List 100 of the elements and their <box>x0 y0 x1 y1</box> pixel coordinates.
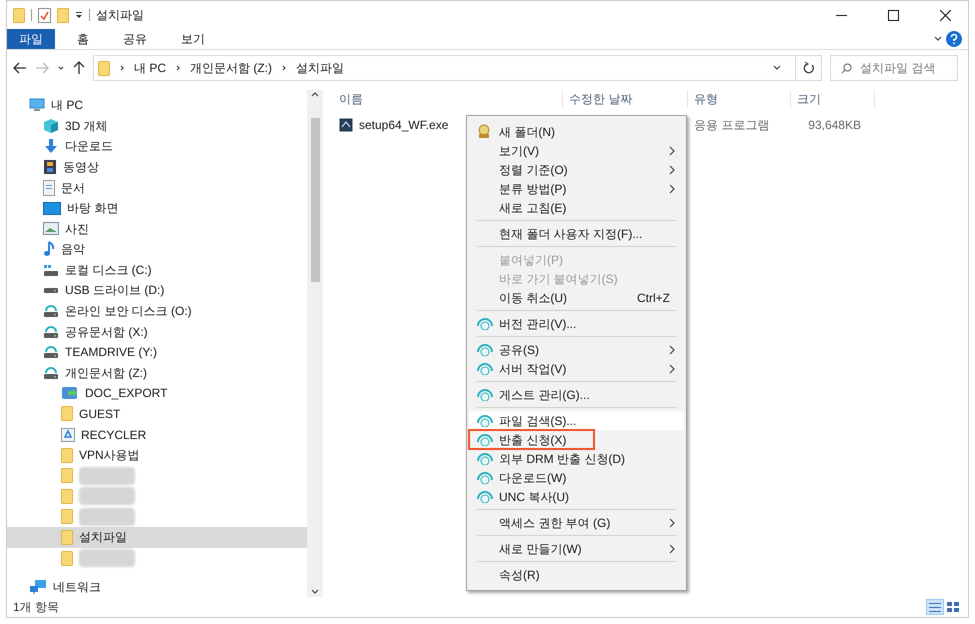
bulb-folder-icon <box>477 124 491 139</box>
ribbon-tab[interactable]: 보기 <box>169 29 217 49</box>
column-header[interactable]: 수정한 날짜 <box>563 90 688 108</box>
menu-item[interactable]: 파일 검색(S)... <box>469 411 684 430</box>
menu-item[interactable]: 반출 신청(X) <box>469 430 594 449</box>
drive-icon <box>43 286 59 294</box>
sidebar-item[interactable]: USB 드라이브 (D:) <box>7 280 307 301</box>
menu-item[interactable]: 새 폴더(N) <box>469 122 684 141</box>
menu-item[interactable]: 게스트 관리(G)... <box>469 385 684 404</box>
blurred-label <box>79 508 135 526</box>
menu-item[interactable]: 보기(V) <box>469 141 684 160</box>
menu-item[interactable]: 새로 고침(E) <box>469 198 684 217</box>
folder-icon <box>61 488 73 504</box>
menu-item[interactable]: 서버 작업(V) <box>469 359 684 378</box>
sidebar-item[interactable]: 다운로드 <box>7 136 307 157</box>
close-icon[interactable] <box>940 10 950 20</box>
back-arrow-icon[interactable] <box>13 62 27 74</box>
drive-icon <box>43 262 59 277</box>
breadcrumb-link[interactable]: 설치파일 <box>296 59 344 77</box>
up-arrow-icon[interactable] <box>73 61 85 75</box>
sidebar-item[interactable]: DOC_EXPORT <box>7 383 307 404</box>
minimize-icon[interactable] <box>836 14 846 16</box>
address-field[interactable]: 내 PC 개인문서함 (Z:) 설치파일 <box>93 55 822 81</box>
folder-icon <box>98 60 110 76</box>
folder-icon <box>61 468 73 484</box>
menu-item[interactable]: 공유(S) <box>469 340 684 359</box>
help-icon[interactable] <box>946 31 962 47</box>
screen-icon <box>43 202 61 215</box>
sidebar-item[interactable]: 문서 <box>7 177 307 198</box>
menu-item[interactable]: 이동 취소(U) Ctrl+Z <box>469 288 684 307</box>
menu-item[interactable]: 새로 만들기(W) <box>469 539 684 558</box>
dxc-icon <box>477 414 493 426</box>
dropdown-icon[interactable] <box>75 11 83 19</box>
network-drive-icon <box>43 366 59 380</box>
dxc-icon <box>477 362 493 374</box>
menu-item[interactable]: UNC 복사(U) <box>469 487 684 506</box>
dxc-icon <box>477 318 493 330</box>
sidebar-item[interactable]: 사진 <box>7 218 307 240</box>
document-icon <box>43 180 55 196</box>
chevron-right-icon <box>668 544 676 554</box>
dxc-icon <box>477 452 493 464</box>
maximize-icon[interactable] <box>888 10 898 20</box>
sidebar-item[interactable]: VPN사용법 <box>7 444 307 466</box>
breadcrumb-link[interactable]: 개인문서함 (Z:) <box>190 59 272 77</box>
network-drive-icon <box>43 304 59 318</box>
column-header[interactable]: 크기 <box>791 90 875 108</box>
film-icon <box>43 159 57 176</box>
dxc-icon <box>477 344 493 356</box>
scrollbar-thumb[interactable] <box>310 118 320 282</box>
menu-item[interactable]: 분류 방법(P) <box>469 179 684 198</box>
menu-item[interactable]: 현재 폴더 사용자 지정(F)... <box>469 224 684 243</box>
recycle-icon <box>61 428 75 442</box>
column-header[interactable]: 유형 <box>688 90 791 108</box>
column-header[interactable]: 이름 <box>333 90 563 108</box>
checklist-icon[interactable] <box>38 8 51 22</box>
sidebar-item[interactable]: 바탕 화면 <box>7 198 307 218</box>
program-icon <box>339 118 353 132</box>
search-box[interactable]: 설치파일 검색 <box>830 55 958 81</box>
ribbon-tab[interactable]: 공유 <box>111 29 159 49</box>
table-cell-text: 응용 프로그램 <box>693 117 770 134</box>
sidebar-item[interactable]: 동영상 <box>7 156 307 178</box>
breadcrumb-link[interactable]: 내 PC <box>134 59 166 77</box>
search-field[interactable]: 설치파일 검색 <box>860 59 950 77</box>
sidebar-item[interactable]: GUEST <box>7 404 307 424</box>
scrollbar[interactable] <box>307 90 323 597</box>
menu-item[interactable]: 정렬 기준(O) <box>469 160 684 179</box>
sidebar-item[interactable]: RECYCLER <box>7 424 307 445</box>
menu-item[interactable]: 속성(R) <box>469 565 684 584</box>
large-icons-view-icon[interactable] <box>944 599 962 615</box>
sidebar-item[interactable]: 공유문서함 (X:) <box>7 321 307 342</box>
sidebar-item[interactable]: 음악 <box>7 239 307 260</box>
folder-icon <box>61 406 73 422</box>
menu-item[interactable]: 외부 DRM 반출 신청(D) <box>469 449 684 468</box>
blurred-label <box>79 549 135 567</box>
sidebar-item[interactable]: TEAMDRIVE (Y:) <box>7 342 307 363</box>
cube-icon <box>43 118 59 134</box>
sidebar-item[interactable]: 온라인 보안 디스크 (O:) <box>7 300 307 322</box>
ribbon-tab[interactable]: 파일 <box>7 29 55 49</box>
monitor-icon <box>29 98 45 112</box>
details-view-icon[interactable] <box>926 599 944 615</box>
menu-item[interactable]: 액세스 권한 부여 (G) <box>469 513 684 532</box>
picture-icon <box>43 222 59 236</box>
blurred-label <box>79 466 135 485</box>
network-drive-icon <box>43 345 59 360</box>
sidebar-item[interactable]: 설치파일 <box>7 527 307 548</box>
chevron-right-icon <box>668 518 676 528</box>
folder-icon <box>13 8 25 22</box>
ribbon-tab[interactable]: 홈 <box>65 29 101 49</box>
music-note-icon <box>43 241 55 258</box>
search-icon <box>841 62 852 74</box>
sidebar-item[interactable]: 로컬 디스크 (C:) <box>7 260 307 280</box>
sidebar-item[interactable]: 네트워크 <box>7 576 307 597</box>
folder-icon <box>61 530 73 545</box>
sidebar-item[interactable]: 개인문서함 (Z:) <box>7 362 307 384</box>
menu-item[interactable]: 다운로드(W) <box>469 468 684 487</box>
sidebar-item[interactable]: 내 PC <box>7 95 307 116</box>
sidebar-item[interactable]: 3D 개체 <box>7 116 307 136</box>
window-title: 설치파일 <box>96 7 144 24</box>
menu-item[interactable]: 버전 관리(V)... <box>469 314 684 333</box>
file-name[interactable]: setup64_WF.exe <box>359 116 448 134</box>
